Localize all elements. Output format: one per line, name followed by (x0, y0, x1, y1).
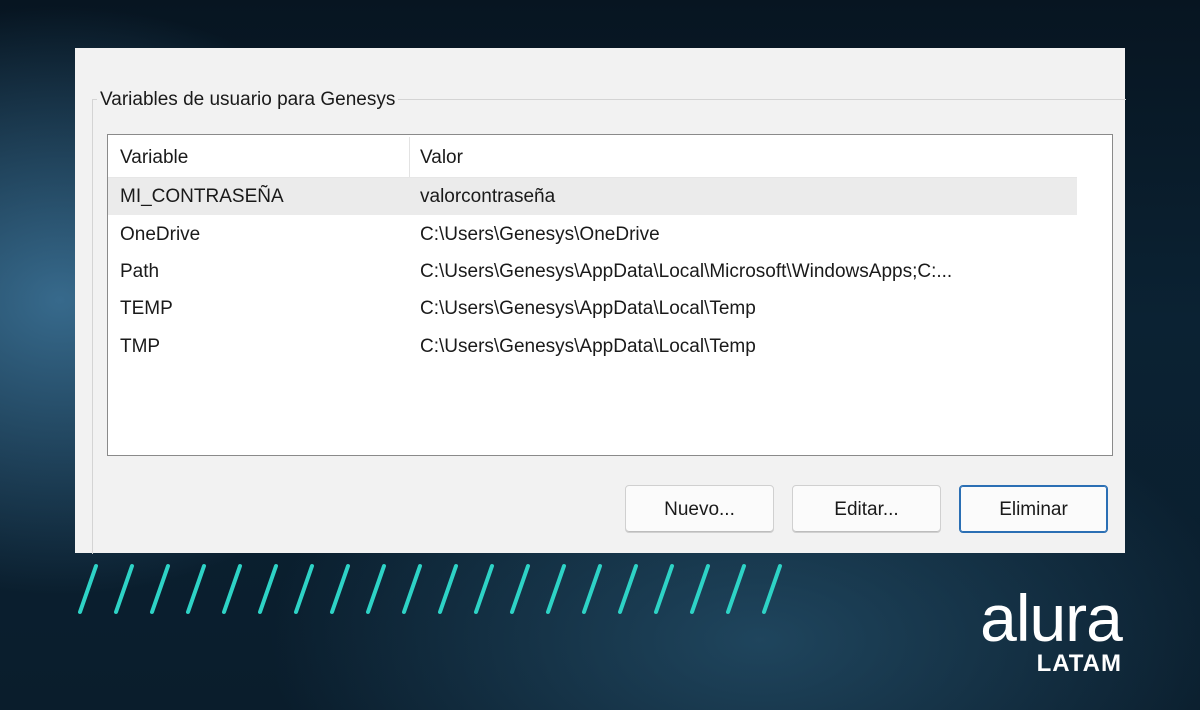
variable-value: C:\Users\Genesys\AppData\Local\Temp (420, 298, 756, 319)
column-header-variable[interactable]: Variable (120, 135, 188, 177)
new-button[interactable]: Nuevo... (625, 485, 774, 533)
table-row[interactable]: OneDrive C:\Users\Genesys\OneDrive (108, 216, 1077, 253)
table-row[interactable]: TMP C:\Users\Genesys\AppData\Local\Temp (108, 328, 1077, 365)
stripe-line (690, 564, 710, 614)
variable-value: C:\Users\Genesys\OneDrive (420, 224, 660, 245)
stripe-line (726, 564, 746, 614)
table-row[interactable]: MI_CONTRASEÑA valorcontraseña (108, 178, 1077, 215)
column-separator[interactable] (409, 137, 410, 177)
stripe-line (330, 564, 350, 614)
decorative-stripes (78, 564, 782, 614)
stripe-line (366, 564, 386, 614)
stripe-line (150, 564, 170, 614)
table-row[interactable]: Path C:\Users\Genesys\AppData\Local\Micr… (108, 253, 1077, 290)
variable-value: C:\Users\Genesys\AppData\Local\Temp (420, 336, 756, 357)
stripe-line (78, 564, 98, 614)
variable-name: MI_CONTRASEÑA (120, 186, 284, 207)
stripe-line (618, 564, 638, 614)
list-header: Variable Valor (108, 135, 1077, 178)
stripe-line (762, 564, 782, 614)
stripe-line (582, 564, 602, 614)
stripe-line (114, 564, 134, 614)
stripe-line (186, 564, 206, 614)
logo-wordmark: alura (980, 581, 1123, 655)
stripe-line (654, 564, 674, 614)
alura-latam-logo: alura LATAM (976, 585, 1126, 695)
stripe-line (546, 564, 566, 614)
stripe-line (222, 564, 242, 614)
edit-button[interactable]: Editar... (792, 485, 941, 533)
variable-name: Path (120, 261, 160, 282)
table-row[interactable]: TEMP C:\Users\Genesys\AppData\Local\Temp (108, 290, 1077, 327)
variable-name: TEMP (120, 298, 173, 319)
stripe-line (510, 564, 530, 614)
column-header-value[interactable]: Valor (420, 135, 463, 177)
variable-name: OneDrive (120, 224, 201, 245)
variable-name: TMP (120, 336, 161, 357)
user-variables-list[interactable]: Variable Valor MI_CONTRASEÑA valorcontra… (107, 134, 1113, 456)
stripe-line (474, 564, 494, 614)
stripe-line (294, 564, 314, 614)
environment-variables-dialog: Variables de usuario para Genesys Variab… (75, 48, 1126, 554)
variable-value: valorcontraseña (420, 186, 556, 207)
stripe-line (438, 564, 458, 614)
delete-button[interactable]: Eliminar (959, 485, 1108, 533)
group-title: Variables de usuario para Genesys (97, 88, 399, 112)
variable-value: C:\Users\Genesys\AppData\Local\Microsoft… (420, 261, 953, 282)
stripe-line (402, 564, 422, 614)
stripe-line (258, 564, 278, 614)
